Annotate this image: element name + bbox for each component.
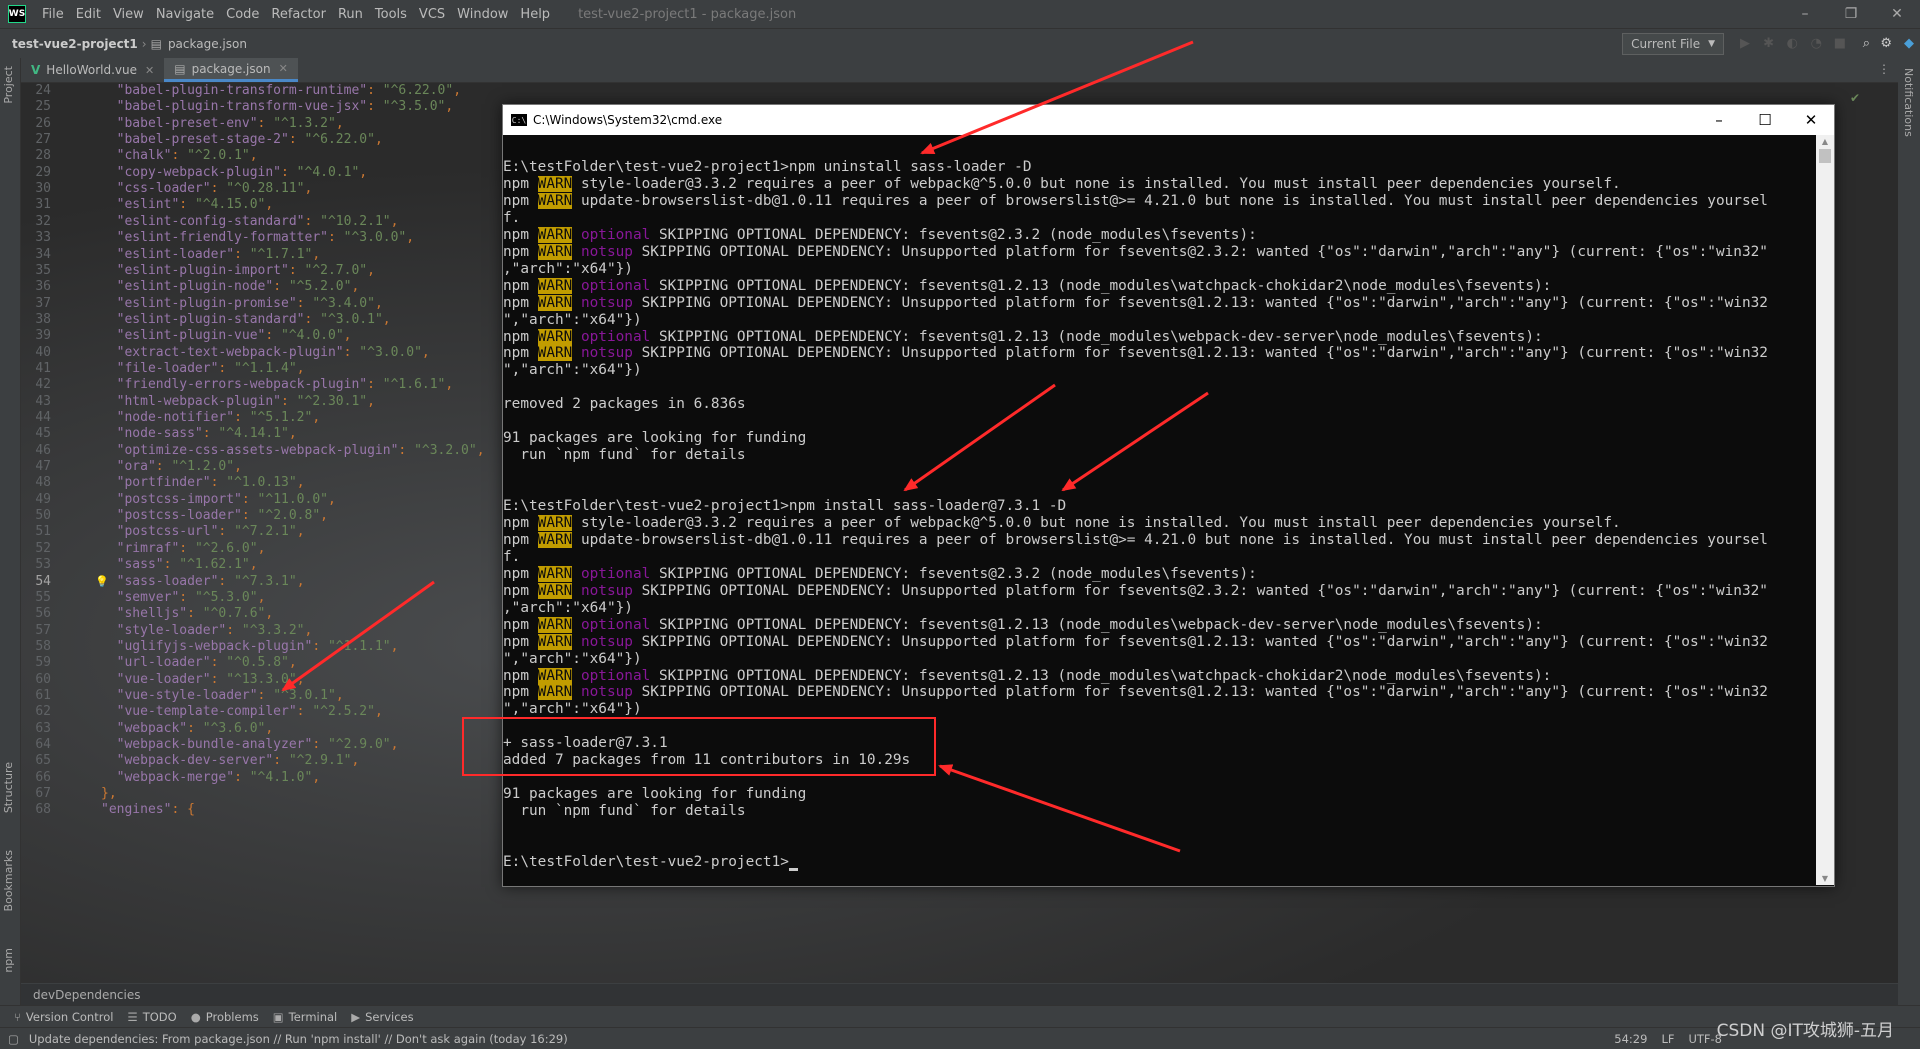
annotation-arrow: [920, 40, 1194, 155]
annotation-arrow: [1061, 391, 1209, 492]
annotation-arrow: [938, 764, 1181, 853]
watermark: CSDN @IT攻城狮-五月: [1716, 1021, 1894, 1041]
annotation-arrows: [281, 40, 1209, 853]
annotation-arrow: [281, 580, 435, 692]
annotation-arrow: [903, 383, 1056, 492]
